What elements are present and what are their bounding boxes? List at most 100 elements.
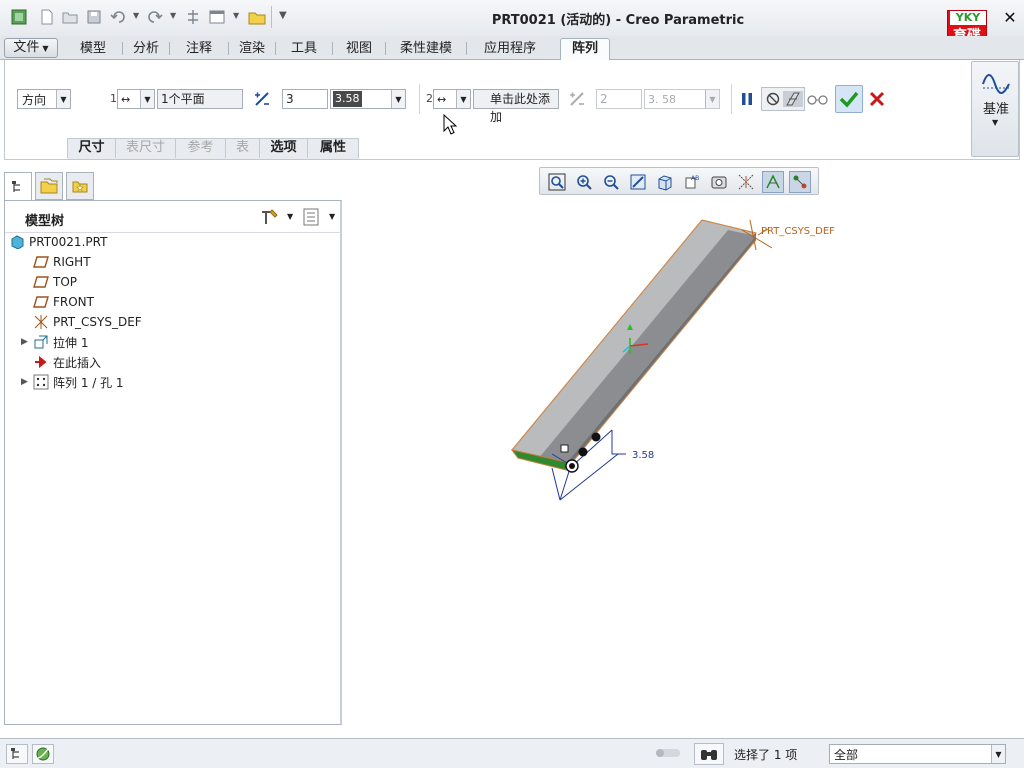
ribbon-tab-bar: 文件 ▼ 模型 分析 注释 渲染 工具 视图 柔性建模 应用程序 阵列 xyxy=(0,36,1024,61)
graphics-viewport: PRT_CSYS_DEF 3.58 xyxy=(510,219,835,501)
selection-filter-select[interactable]: 全部 ▼ xyxy=(829,744,1006,764)
tree-item-label: 拉伸 1 xyxy=(53,335,89,350)
tree-item[interactable]: ▶ 阵列 1 / 孔 1 xyxy=(9,372,339,392)
regen-status-indicator xyxy=(656,749,680,757)
pattern-type-select[interactable]: 方向 ▼ xyxy=(17,89,71,109)
toggle-browser-icon[interactable] xyxy=(32,744,54,764)
datum-curve-icon xyxy=(981,68,1011,97)
direction-2-reference-collector[interactable]: 单击此处添加 xyxy=(473,89,559,124)
status-bar: 选择了 1 项 全部 ▼ xyxy=(0,738,1024,768)
chevron-down-icon: ▼ xyxy=(456,90,470,108)
flip-direction-1-icon[interactable] xyxy=(250,87,274,111)
direction-2-type-select[interactable]: ↔ ▼ xyxy=(433,89,471,109)
zoom-out-icon[interactable] xyxy=(600,171,622,193)
tab-file[interactable]: 文件 ▼ xyxy=(4,38,58,58)
model-tree-title: 模型树 xyxy=(25,214,65,229)
tab-flexible-modeling[interactable]: 柔性建模 xyxy=(386,39,466,60)
pause-icon[interactable] xyxy=(735,87,759,111)
confirm-check-icon[interactable] xyxy=(835,85,863,113)
saved-orientations-icon[interactable]: AB xyxy=(681,171,703,193)
close-window-icon[interactable]: ✕ xyxy=(1000,8,1020,27)
tab-analysis[interactable]: 分析 xyxy=(123,39,169,60)
refit-icon[interactable] xyxy=(546,171,568,193)
tree-settings-icon[interactable] xyxy=(260,208,280,229)
chevron-down-icon: ▼ xyxy=(992,118,999,127)
selection-status-text: 选择了 1 项 xyxy=(734,748,798,762)
tab-view[interactable]: 视图 xyxy=(333,39,385,60)
tree-item-label: PRT_CSYS_DEF xyxy=(53,315,142,329)
view-manager-icon[interactable] xyxy=(708,171,730,193)
model-tree-tab-icon[interactable] xyxy=(4,172,32,200)
direction-1-spacing-value: 3.58 xyxy=(333,91,362,107)
repaint-icon[interactable] xyxy=(627,171,649,193)
chevron-down-icon[interactable]: ▼ xyxy=(287,212,293,221)
direction-1-type-select[interactable]: ↔ ▼ xyxy=(117,89,155,109)
tree-item[interactable]: PRT_CSYS_DEF xyxy=(9,312,339,332)
tree-item[interactable]: PRT0021.PRT xyxy=(9,232,339,252)
tree-item-label: TOP xyxy=(53,275,78,289)
tab-render[interactable]: 渲染 xyxy=(229,39,275,60)
folder-browser-tab-icon[interactable] xyxy=(35,172,63,200)
attached-preview-icon[interactable] xyxy=(783,91,803,107)
tab-model[interactable]: 模型 xyxy=(64,39,122,60)
model-tree-panel: 模型树 ▼ ▼ PRT0021.PRT RIGHT TOP FRONT PRT_CSYS… xyxy=(4,200,342,725)
graphics-toolbar: AB xyxy=(539,167,819,195)
subtab-dimensions[interactable]: 尺寸 xyxy=(67,138,115,158)
extrude-icon xyxy=(33,334,49,350)
tree-show-icon[interactable] xyxy=(303,208,319,229)
perspective-icon[interactable] xyxy=(735,171,757,193)
subtab-options[interactable]: 选项 xyxy=(259,138,307,158)
group-separator xyxy=(731,84,732,114)
model-tree-header: 模型树 ▼ ▼ xyxy=(5,201,341,233)
expand-arrow-icon[interactable]: ▶ xyxy=(21,337,33,347)
toggle-navigator-icon[interactable] xyxy=(6,744,28,764)
direction-2-index: 2 xyxy=(426,92,433,105)
direction-1-count-input[interactable]: 3 xyxy=(282,89,328,109)
direction-1-spacing-input[interactable]: 3.58 ▼ xyxy=(330,89,406,109)
favorites-tab-icon[interactable] xyxy=(66,172,94,200)
tree-item-label: PRT0021.PRT xyxy=(29,235,108,249)
tab-pattern[interactable]: 阵列 xyxy=(560,38,610,61)
pattern-type-value: 方向 xyxy=(22,92,47,107)
part-icon xyxy=(9,234,25,250)
double-arrow-icon: ↔ xyxy=(437,92,447,106)
chevron-down-icon: ▼ xyxy=(42,44,49,53)
subtab-properties[interactable]: 属性 xyxy=(307,138,359,158)
navigator-tabs xyxy=(4,172,98,200)
tree-item-label: 阵列 1 / 孔 1 xyxy=(53,375,124,390)
subtab-table: 表 xyxy=(225,138,259,158)
datum-plane-icon xyxy=(33,294,49,310)
tree-item[interactable]: TOP xyxy=(9,272,339,292)
tree-item[interactable]: RIGHT xyxy=(9,252,339,272)
subtab-references: 参考 xyxy=(175,138,225,158)
chevron-down-icon[interactable]: ▼ xyxy=(329,212,335,221)
chevron-down-icon: ▼ xyxy=(140,90,154,108)
mouse-cursor-icon xyxy=(443,114,457,135)
title-bar: ▼ ▼ ▼ ▼ PRT0021 (活动的) - Creo Parametric … xyxy=(0,0,1024,55)
tab-file-label: 文件 xyxy=(13,40,40,55)
insert-here-icon xyxy=(33,354,49,370)
annotation-display-icon[interactable] xyxy=(789,171,811,193)
subtab-table-dimensions: 表尺寸 xyxy=(115,138,175,158)
tree-item[interactable]: FRONT xyxy=(9,292,339,312)
tab-applications[interactable]: 应用程序 xyxy=(467,39,553,60)
cancel-x-icon[interactable] xyxy=(865,87,889,111)
direction-1-reference-collector[interactable]: 1个平面 xyxy=(157,89,243,109)
spacing-dimension-label[interactable]: 3.58 xyxy=(632,450,654,461)
tree-item-label: FRONT xyxy=(53,295,94,309)
no-preview-icon[interactable] xyxy=(763,92,783,106)
find-binoculars-icon[interactable] xyxy=(694,743,724,765)
flip-direction-2-icon xyxy=(565,87,589,111)
pattern-dashboard: 方向 ▼ 1 ↔ ▼ 1个平面 3 3.58 ▼ 2 ↔ ▼ 单击此处添加 2 xyxy=(4,60,1020,160)
tab-tools[interactable]: 工具 xyxy=(276,39,332,60)
expand-arrow-icon[interactable]: ▶ xyxy=(21,377,33,387)
tree-item[interactable]: ▶ 拉伸 1 xyxy=(9,332,339,352)
datum-button[interactable]: 基准 ▼ xyxy=(971,61,1019,157)
tab-annotate[interactable]: 注释 xyxy=(170,39,228,60)
tree-item[interactable]: 在此插入 xyxy=(9,352,339,372)
display-style-icon[interactable] xyxy=(654,171,676,193)
app-window: ▼ ▼ ▼ ▼ PRT0021 (活动的) - Creo Parametric … xyxy=(0,0,1024,768)
verify-glasses-icon[interactable] xyxy=(806,87,830,111)
zoom-in-icon[interactable] xyxy=(573,171,595,193)
datum-display-icon[interactable] xyxy=(762,171,784,193)
